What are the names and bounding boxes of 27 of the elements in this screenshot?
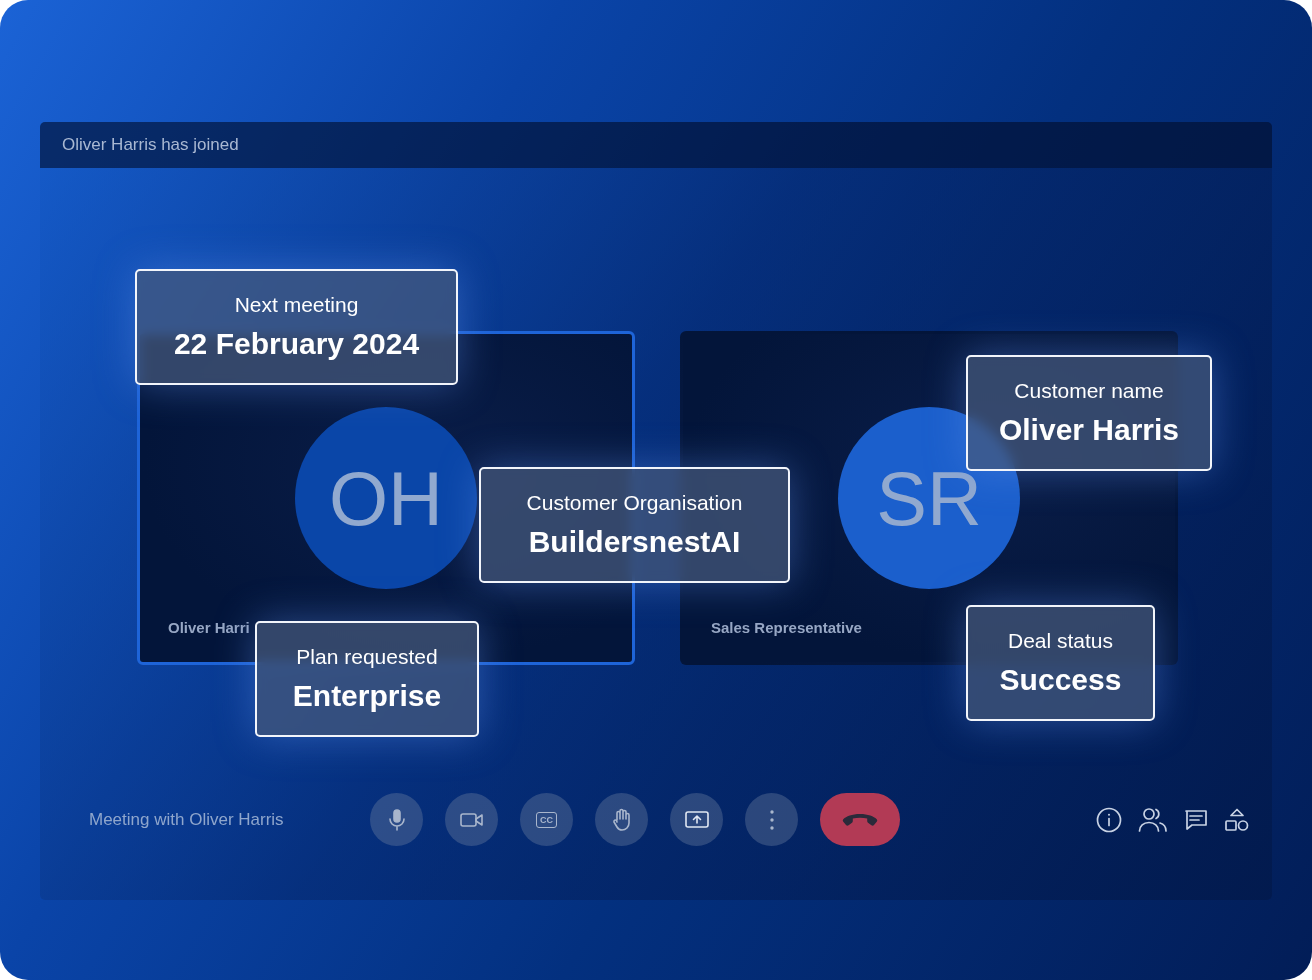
card-label: Customer name	[1014, 379, 1164, 403]
meeting-title: Meeting with Oliver Harris	[89, 809, 285, 830]
captions-button[interactable]: CC	[520, 793, 573, 846]
phone-hangup-icon	[842, 812, 878, 827]
join-notification: Oliver Harris has joined	[62, 135, 239, 155]
present-button[interactable]	[670, 793, 723, 846]
card-value: Success	[999, 663, 1122, 697]
camera-button[interactable]	[445, 793, 498, 846]
card-label: Next meeting	[234, 293, 359, 317]
raise-hand-button[interactable]	[595, 793, 648, 846]
avatar: OH	[295, 407, 477, 589]
end-call-button[interactable]	[820, 793, 900, 846]
shapes-icon[interactable]	[1224, 807, 1250, 832]
card-value: Oliver Harris	[998, 413, 1180, 447]
participant-name: Oliver Harri	[168, 619, 250, 636]
chat-icon[interactable]	[1184, 807, 1208, 832]
card-value: Enterprise	[292, 679, 442, 713]
mic-icon	[387, 808, 406, 831]
microphone-button[interactable]	[370, 793, 423, 846]
card-label: Deal status	[1007, 629, 1114, 653]
people-icon[interactable]	[1138, 806, 1168, 833]
present-screen-icon	[684, 809, 709, 830]
more-vertical-icon	[769, 809, 774, 830]
participant-name: Sales Representative	[711, 619, 862, 636]
video-camera-icon	[459, 811, 484, 828]
info-icon[interactable]	[1096, 806, 1122, 833]
hand-icon	[611, 807, 632, 832]
